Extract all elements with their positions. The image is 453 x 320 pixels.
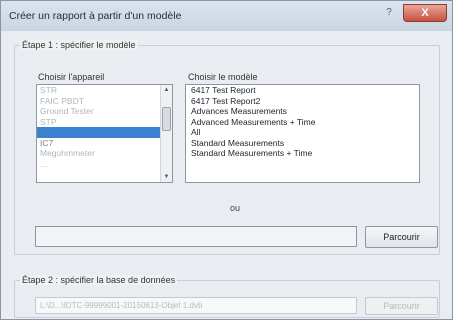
device-label: Choisir l'appareil xyxy=(38,72,105,82)
model-item[interactable]: 6417 Test Report2 xyxy=(186,96,419,107)
browse-database-button[interactable]: Parcourir xyxy=(365,297,438,315)
model-item[interactable]: All xyxy=(186,127,419,138)
scroll-thumb[interactable] xyxy=(162,107,171,131)
help-button[interactable]: ? xyxy=(375,4,403,22)
browse-model-button[interactable]: Parcourir xyxy=(365,226,438,248)
model-item[interactable]: Advanced Measurements + Time xyxy=(186,117,419,128)
title-bar[interactable]: Créer un rapport à partir d'un modèle ? … xyxy=(1,1,452,31)
window-title: Créer un rapport à partir d'un modèle xyxy=(9,10,182,22)
close-button[interactable]: X xyxy=(403,4,447,22)
device-list[interactable]: STR FAIC PBDT Ground Tester STP STN IC7 … xyxy=(36,84,173,183)
device-item[interactable]: Megohmmeter xyxy=(37,148,172,159)
scroll-up-icon[interactable]: ▲ xyxy=(161,85,172,95)
device-item[interactable]: FAIC PBDT xyxy=(37,96,172,107)
step2-legend: Étape 2 : spécifier la base de données xyxy=(20,275,178,285)
device-item-selected[interactable]: STN xyxy=(37,127,172,138)
model-item[interactable]: Advances Measurements xyxy=(186,106,419,117)
or-separator: ou xyxy=(230,203,241,213)
device-item[interactable]: IC7 xyxy=(37,138,172,149)
model-item[interactable]: Standard Measurements + Time xyxy=(186,148,419,159)
model-list[interactable]: 6417 Test Report 6417 Test Report2 Advan… xyxy=(185,84,420,183)
device-item[interactable]: Ground Tester xyxy=(37,106,172,117)
device-list-scrollbar[interactable]: ▲ ▼ xyxy=(160,85,172,182)
device-item[interactable]: ... xyxy=(37,159,172,170)
model-item[interactable]: Standard Measurements xyxy=(186,138,419,149)
device-item[interactable]: STR xyxy=(37,85,172,96)
step1-legend: Étape 1 : spécifier le modèle xyxy=(20,40,138,50)
scroll-down-icon[interactable]: ▼ xyxy=(161,172,172,182)
database-path-field[interactable]: L:\D...\IDTC-99999001-20150613-Objet 1.d… xyxy=(35,297,357,314)
model-item[interactable]: 6417 Test Report xyxy=(186,85,419,96)
device-item[interactable]: STP xyxy=(37,117,172,128)
model-label: Choisir le modèle xyxy=(188,72,258,82)
model-path-input[interactable] xyxy=(35,226,357,247)
